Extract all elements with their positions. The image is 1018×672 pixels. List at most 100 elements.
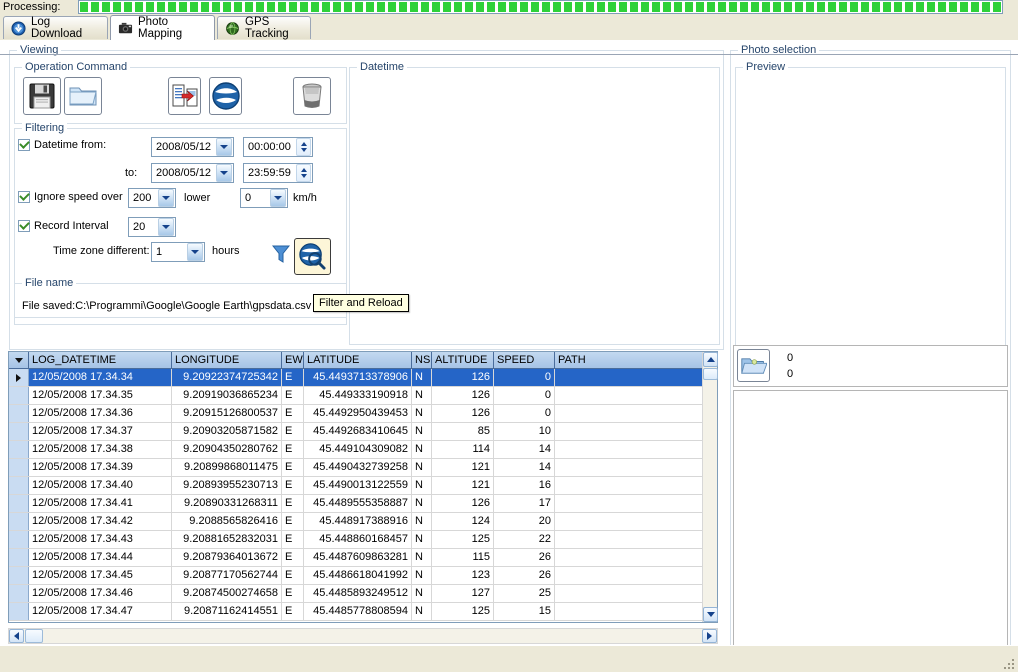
row-selector[interactable]: [9, 459, 29, 476]
cell-altitude: 126: [432, 369, 494, 386]
chevron-down-icon[interactable]: [187, 243, 203, 261]
grid-column-header-ns[interactable]: NS: [412, 352, 432, 368]
grid-vertical-scrollbar[interactable]: [702, 352, 718, 622]
cell-ew: E: [282, 369, 304, 386]
cell-datetime: 12/05/2008 17.34.38: [29, 441, 172, 458]
open-folder-button[interactable]: [64, 77, 102, 115]
cell-datetime: 12/05/2008 17.34.44: [29, 549, 172, 566]
datetime-from-date-combo[interactable]: 2008/05/12: [151, 137, 234, 157]
table-row[interactable]: 12/05/2008 17.34.37 9.20903205871582 E 45.4…: [9, 423, 717, 441]
cell-ew: E: [282, 513, 304, 530]
combo-value: 2008/05/12: [156, 141, 212, 153]
scroll-down-button[interactable]: [703, 607, 718, 622]
grid-body[interactable]: 12/05/2008 17.34.34 9.20922374725342 E 45.4…: [9, 369, 717, 621]
grid-horizontal-scrollbar[interactable]: [8, 628, 718, 644]
row-selector[interactable]: [9, 567, 29, 584]
table-row[interactable]: 12/05/2008 17.34.47 9.20871162414551 E 45.4…: [9, 603, 717, 621]
chevron-down-icon[interactable]: [158, 189, 174, 207]
cell-ew: E: [282, 585, 304, 602]
row-selector[interactable]: [9, 531, 29, 548]
save-button[interactable]: [23, 77, 61, 115]
cell-ew: E: [282, 549, 304, 566]
tab-photo-mapping[interactable]: Photo Mapping: [110, 15, 215, 40]
table-row[interactable]: 12/05/2008 17.34.40 9.20893955230713 E 45.4…: [9, 477, 717, 495]
tab-log-download[interactable]: Log Download: [3, 16, 108, 40]
filtering-group-label: Filtering: [22, 122, 68, 134]
cell-speed: 25: [494, 585, 555, 602]
google-earth-button[interactable]: [209, 77, 242, 115]
row-selector[interactable]: [9, 513, 29, 530]
row-selector[interactable]: [9, 405, 29, 422]
ignore-speed-lower-combo[interactable]: 0: [240, 188, 288, 208]
row-selector[interactable]: [9, 495, 29, 512]
row-selector[interactable]: [9, 549, 29, 566]
table-row[interactable]: 12/05/2008 17.34.44 9.20879364013672 E 45.4…: [9, 549, 717, 567]
ignore-speed-checkbox[interactable]: Ignore speed over: [18, 191, 123, 203]
row-selector[interactable]: [9, 477, 29, 494]
datetime-to-time-spinner[interactable]: 23:59:59: [243, 163, 313, 183]
processing-bar-row: Processing:: [0, 0, 1018, 15]
table-row[interactable]: 12/05/2008 17.34.42 9.2088565826416 E 45.44…: [9, 513, 717, 531]
grid-column-header-path[interactable]: PATH: [555, 352, 711, 368]
scroll-up-button[interactable]: [703, 352, 718, 367]
row-selector[interactable]: [9, 369, 29, 386]
export-button[interactable]: [168, 77, 201, 115]
row-selector[interactable]: [9, 603, 29, 620]
preview-group: Preview: [735, 61, 1006, 348]
delete-button[interactable]: [293, 77, 331, 115]
grid-column-header-datetime[interactable]: LOG_DATETIME: [29, 352, 172, 368]
table-row[interactable]: 12/05/2008 17.34.36 9.20915126800537 E 45.4…: [9, 405, 717, 423]
table-row[interactable]: 12/05/2008 17.34.45 9.20877170562744 E 45.4…: [9, 567, 717, 585]
gps-data-grid[interactable]: LOG_DATETIME LONGITUDE EW LATITUDE NS ALTITUD…: [8, 351, 718, 623]
datetime-from-checkbox[interactable]: Datetime from:: [18, 139, 106, 151]
record-interval-checkbox[interactable]: Record Interval: [18, 220, 109, 232]
scroll-left-button[interactable]: [9, 629, 24, 643]
table-row[interactable]: 12/05/2008 17.34.35 9.20919036865234 E 45.4…: [9, 387, 717, 405]
resize-gripper-icon[interactable]: [1003, 658, 1015, 670]
chevron-down-icon[interactable]: [216, 138, 232, 156]
time-zone-combo[interactable]: 1: [151, 242, 205, 262]
grid-column-header-ew[interactable]: EW: [282, 352, 304, 368]
cell-latitude: 45.4492683410645: [304, 423, 412, 440]
datetime-to-date-combo[interactable]: 2008/05/12: [151, 163, 234, 183]
tab-gps-tracking[interactable]: GPS Tracking: [217, 16, 311, 40]
grid-column-header-altitude[interactable]: ALTITUDE: [432, 352, 494, 368]
vertical-scroll-thumb[interactable]: [703, 368, 718, 380]
cell-altitude: 126: [432, 495, 494, 512]
filter-and-reload-button[interactable]: [294, 238, 331, 275]
grid-column-header-longitude[interactable]: LONGITUDE: [172, 352, 282, 368]
row-selector[interactable]: [9, 441, 29, 458]
download-arrow-icon: [11, 20, 26, 36]
ignore-speed-upper-combo[interactable]: 200: [128, 188, 176, 208]
grid-column-header-sel[interactable]: [9, 352, 29, 368]
cell-latitude: 45.4487609863281: [304, 549, 412, 566]
row-selector[interactable]: [9, 585, 29, 602]
table-row[interactable]: 12/05/2008 17.34.39 9.20899868011475 E 45.4…: [9, 459, 717, 477]
grid-column-header-speed[interactable]: SPEED: [494, 352, 555, 368]
checkbox-box: [18, 220, 30, 232]
cell-path: [555, 459, 711, 476]
cell-longitude: 9.20919036865234: [172, 387, 282, 404]
grid-column-header-latitude[interactable]: LATITUDE: [304, 352, 412, 368]
row-selector[interactable]: [9, 387, 29, 404]
chevron-down-icon[interactable]: [270, 189, 286, 207]
chevron-down-icon[interactable]: [158, 218, 174, 236]
spinner-arrows-icon[interactable]: [296, 164, 311, 182]
row-selector[interactable]: [9, 423, 29, 440]
horizontal-scroll-thumb[interactable]: [25, 629, 43, 643]
table-row[interactable]: 12/05/2008 17.34.34 9.20922374725342 E 45.4…: [9, 369, 717, 387]
record-interval-combo[interactable]: 20: [128, 217, 176, 237]
spinner-arrows-icon[interactable]: [296, 138, 311, 156]
table-row[interactable]: 12/05/2008 17.34.43 9.20881652832031 E 45.4…: [9, 531, 717, 549]
datetime-from-time-spinner[interactable]: 00:00:00: [243, 137, 313, 157]
cell-longitude: 9.2088565826416: [172, 513, 282, 530]
table-row[interactable]: 12/05/2008 17.34.38 9.20904350280762 E 45.4…: [9, 441, 717, 459]
table-row[interactable]: 12/05/2008 17.34.46 9.20874500274658 E 45.4…: [9, 585, 717, 603]
table-row[interactable]: 12/05/2008 17.34.41 9.20890331268311 E 45.4…: [9, 495, 717, 513]
photo-browse-button[interactable]: [737, 349, 770, 382]
scroll-right-button[interactable]: [702, 629, 717, 643]
cell-ns: N: [412, 423, 432, 440]
filter-and-reload-tooltip: Filter and Reload: [313, 294, 409, 312]
cell-ns: N: [412, 495, 432, 512]
chevron-down-icon[interactable]: [216, 164, 232, 182]
